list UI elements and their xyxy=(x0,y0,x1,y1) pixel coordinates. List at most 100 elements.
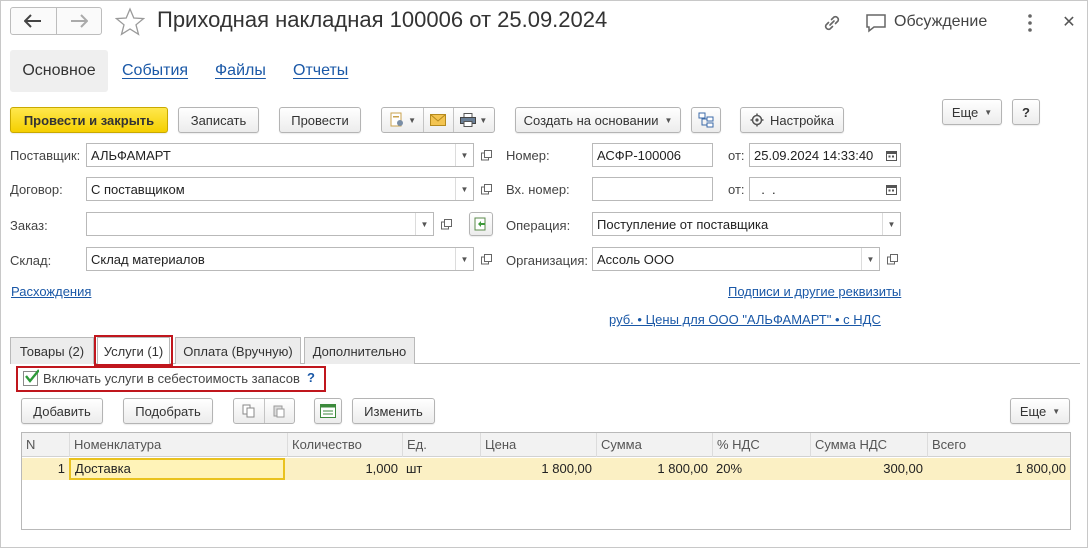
email-button[interactable] xyxy=(423,108,452,132)
printer-icon xyxy=(460,113,477,127)
incoming-date-value: . . xyxy=(754,181,776,197)
col-total[interactable]: Всего xyxy=(927,433,1070,457)
chevron-down-icon[interactable]: ▼ xyxy=(455,178,473,200)
operation-field[interactable]: Поступление от поставщика ▼ xyxy=(592,212,901,236)
organization-open-button[interactable] xyxy=(883,247,901,271)
services-more-button[interactable]: Еще ▼ xyxy=(1010,398,1070,424)
supplier-open-button[interactable] xyxy=(477,143,495,167)
nav-tab-files[interactable]: Файлы xyxy=(215,62,266,80)
create-file-button[interactable]: ▼ xyxy=(382,108,423,132)
order-field[interactable]: ▼ xyxy=(86,212,434,236)
col-n[interactable]: N xyxy=(22,433,69,457)
settings-button[interactable]: Настройка xyxy=(740,107,844,133)
cell-sum[interactable]: 1 800,00 xyxy=(596,458,712,480)
col-sum[interactable]: Сумма xyxy=(596,433,712,457)
table-select-icon xyxy=(320,404,336,418)
copy-button[interactable] xyxy=(234,399,264,423)
nav-tab-reports[interactable]: Отчеты xyxy=(293,62,348,80)
supplier-field[interactable]: АЛЬФАМАРТ ▼ xyxy=(86,143,474,167)
change-button[interactable]: Изменить xyxy=(352,398,435,424)
post-button[interactable]: Провести xyxy=(279,107,361,133)
cell-price[interactable]: 1 800,00 xyxy=(480,458,596,480)
paste-icon xyxy=(273,405,285,418)
contract-field[interactable]: С поставщиком ▼ xyxy=(86,177,474,201)
history-nav-group xyxy=(10,7,102,35)
incoming-number-field[interactable] xyxy=(592,177,713,201)
copy-paste-group xyxy=(233,398,295,424)
chevron-down-icon[interactable]: ▼ xyxy=(882,213,900,235)
col-unit[interactable]: Ед. xyxy=(402,433,480,457)
chevron-down-icon: ▼ xyxy=(1052,406,1061,416)
col-qty[interactable]: Количество xyxy=(287,433,402,457)
operation-value: Поступление от поставщика xyxy=(597,216,769,232)
open-window-icon xyxy=(480,149,492,160)
open-window-icon xyxy=(480,183,492,194)
document-structure-icon xyxy=(698,112,714,128)
cell-unit[interactable]: шт xyxy=(402,458,480,480)
cell-total[interactable]: 1 800,00 xyxy=(927,458,1070,480)
copy-icon xyxy=(242,404,255,418)
operation-label: Операция: xyxy=(506,218,571,233)
cell-vat-sum[interactable]: 300,00 xyxy=(810,458,927,480)
cell-vat-rate[interactable]: 20% xyxy=(712,458,810,480)
highlight-box-tab xyxy=(94,335,173,366)
chevron-down-icon[interactable]: ▼ xyxy=(415,213,433,235)
number-field[interactable]: АСФР-100006 xyxy=(592,143,713,167)
calendar-icon[interactable] xyxy=(882,178,900,200)
paste-button[interactable] xyxy=(263,399,294,423)
calendar-icon[interactable] xyxy=(882,144,900,166)
create-based-on-button[interactable]: Создать на основании ▼ xyxy=(515,107,681,133)
cell-qty[interactable]: 1,000 xyxy=(287,458,402,480)
warehouse-field[interactable]: Склад материалов ▼ xyxy=(86,247,474,271)
favorite-star-icon[interactable] xyxy=(115,7,145,37)
close-icon[interactable]: ✕ xyxy=(1059,13,1079,33)
chevron-down-icon[interactable]: ▼ xyxy=(455,248,473,270)
prices-link[interactable]: руб. • Цены для ООО "АЛЬФАМАРТ" • с НДС xyxy=(609,312,881,327)
back-button[interactable] xyxy=(11,8,56,34)
table-row[interactable]: 1 Доставка 1,000 шт 1 800,00 1 800,00 20… xyxy=(22,458,1070,480)
settings-label: Настройка xyxy=(770,112,834,128)
organization-label: Организация: xyxy=(506,253,589,268)
order-open-button[interactable] xyxy=(437,212,455,236)
contract-open-button[interactable] xyxy=(477,177,495,201)
tab-additional[interactable]: Дополнительно xyxy=(304,337,415,364)
link-icon[interactable] xyxy=(821,12,843,34)
add-button[interactable]: Добавить xyxy=(21,398,103,424)
discussion-label[interactable]: Обсуждение xyxy=(894,13,987,31)
col-price[interactable]: Цена xyxy=(480,433,596,457)
chevron-down-icon[interactable]: ▼ xyxy=(861,248,879,270)
date-field[interactable]: 25.09.2024 14:33:40 xyxy=(749,143,901,167)
pick-button[interactable]: Подобрать xyxy=(123,398,213,424)
tab-payment[interactable]: Оплата (Вручную) xyxy=(175,337,301,364)
document-title: Приходная накладная 100006 от 25.09.2024 xyxy=(157,7,608,32)
nav-tab-main[interactable]: Основное xyxy=(10,50,108,92)
post-and-close-button[interactable]: Провести и закрыть xyxy=(10,107,168,133)
structure-button[interactable] xyxy=(691,107,721,133)
envelope-icon xyxy=(430,114,447,126)
supplier-value: АЛЬФАМАРТ xyxy=(91,147,171,163)
tab-goods[interactable]: Товары (2) xyxy=(10,337,94,364)
save-button[interactable]: Записать xyxy=(178,107,259,133)
discussion-icon[interactable] xyxy=(864,12,888,34)
more-actions-icon[interactable] xyxy=(1023,12,1037,34)
incoming-date-field[interactable]: . . xyxy=(749,177,901,201)
forward-button[interactable] xyxy=(55,8,102,34)
cell-item[interactable]: Доставка xyxy=(71,458,285,480)
nav-tab-events[interactable]: События xyxy=(122,62,188,80)
col-item[interactable]: Номенклатура xyxy=(69,433,287,457)
organization-value: Ассоль ООО xyxy=(597,251,675,267)
chevron-down-icon[interactable]: ▼ xyxy=(455,144,473,166)
print-button[interactable]: ▼ xyxy=(452,108,494,132)
fill-by-order-button[interactable] xyxy=(469,212,493,236)
contract-value: С поставщиком xyxy=(91,181,185,197)
number-label: Номер: xyxy=(506,148,550,163)
signatures-link[interactable]: Подписи и другие реквизиты xyxy=(728,284,901,299)
col-vat-sum[interactable]: Сумма НДС xyxy=(810,433,927,457)
discrepancies-link[interactable]: Расхождения xyxy=(11,284,91,299)
warehouse-open-button[interactable] xyxy=(477,247,495,271)
help-button[interactable]: ? xyxy=(1012,99,1040,125)
organization-field[interactable]: Ассоль ООО ▼ xyxy=(592,247,880,271)
col-vat-rate[interactable]: % НДС xyxy=(712,433,810,457)
select-rows-button[interactable] xyxy=(314,398,342,424)
more-button[interactable]: Еще ▼ xyxy=(942,99,1002,125)
